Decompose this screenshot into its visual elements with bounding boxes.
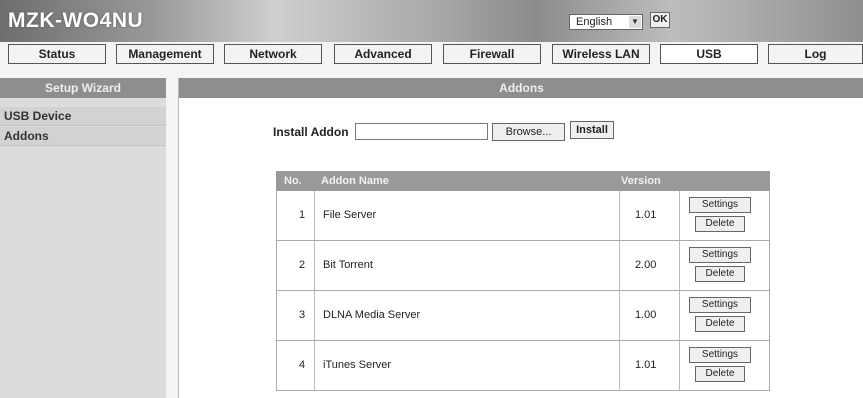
settings-button[interactable]: Settings bbox=[689, 247, 751, 263]
delete-button[interactable]: Delete bbox=[695, 316, 745, 332]
main-panel: Addons Install Addon Browse... Install N… bbox=[178, 78, 863, 398]
addon-version: 2.00 bbox=[635, 259, 657, 271]
tab-usb[interactable]: USB bbox=[660, 44, 758, 64]
addon-name: Bit Torrent bbox=[323, 259, 373, 271]
row-number: 2 bbox=[299, 259, 306, 271]
addon-version: 1.00 bbox=[635, 309, 657, 321]
sidebar-item-usb-device[interactable]: USB Device bbox=[0, 107, 166, 126]
sidebar-item-setup-wizard[interactable]: Setup Wizard bbox=[0, 78, 166, 98]
language-select[interactable]: English ▼ bbox=[569, 14, 643, 30]
chevron-down-icon[interactable]: ▼ bbox=[629, 16, 641, 28]
addon-version: 1.01 bbox=[635, 209, 657, 221]
language-ok-button[interactable]: OK bbox=[650, 12, 670, 28]
sidebar-item-addons[interactable]: Addons bbox=[0, 127, 166, 146]
page-title: Addons bbox=[179, 78, 863, 98]
table-row: 3 DLNA Media Server 1.00 Settings Delete bbox=[276, 291, 770, 341]
tab-management[interactable]: Management bbox=[116, 44, 214, 64]
tab-log[interactable]: Log bbox=[768, 44, 863, 64]
tab-status[interactable]: Status bbox=[8, 44, 106, 64]
language-value: English bbox=[576, 16, 613, 28]
table-row: 4 iTunes Server 1.01 Settings Delete bbox=[276, 341, 770, 391]
addon-name: File Server bbox=[323, 209, 377, 221]
delete-button[interactable]: Delete bbox=[695, 216, 745, 232]
row-number: 1 bbox=[299, 209, 306, 221]
row-number: 3 bbox=[299, 309, 306, 321]
addon-version: 1.01 bbox=[635, 359, 657, 371]
install-addon-file-input[interactable] bbox=[355, 123, 488, 140]
sidebar: Setup Wizard USB Device Addons bbox=[0, 78, 166, 398]
browse-button[interactable]: Browse... bbox=[492, 123, 565, 141]
brand-title: MZK-WO4NU bbox=[8, 9, 144, 32]
header-no: No. bbox=[284, 175, 302, 187]
settings-button[interactable]: Settings bbox=[689, 197, 751, 213]
settings-button[interactable]: Settings bbox=[689, 297, 751, 313]
install-button[interactable]: Install bbox=[570, 121, 614, 139]
row-number: 4 bbox=[299, 359, 306, 371]
delete-button[interactable]: Delete bbox=[695, 366, 745, 382]
tab-advanced[interactable]: Advanced bbox=[334, 44, 432, 64]
tab-firewall[interactable]: Firewall bbox=[443, 44, 541, 64]
header-banner: MZK-WO4NU English ▼ OK bbox=[0, 0, 863, 42]
delete-button[interactable]: Delete bbox=[695, 266, 745, 282]
tab-network[interactable]: Network bbox=[224, 44, 322, 64]
settings-button[interactable]: Settings bbox=[689, 347, 751, 363]
table-row: 2 Bit Torrent 2.00 Settings Delete bbox=[276, 241, 770, 291]
table-header: No. Addon Name Version bbox=[276, 171, 770, 191]
header-addon-name: Addon Name bbox=[321, 175, 389, 187]
tab-wireless-lan[interactable]: Wireless LAN bbox=[552, 44, 650, 64]
table-row: 1 File Server 1.01 Settings Delete bbox=[276, 191, 770, 241]
install-addon-label: Install Addon bbox=[273, 125, 349, 139]
main-nav: Status Management Network Advanced Firew… bbox=[0, 44, 863, 66]
addon-name: DLNA Media Server bbox=[323, 309, 421, 321]
addon-name: iTunes Server bbox=[323, 359, 392, 371]
header-version: Version bbox=[621, 175, 661, 187]
